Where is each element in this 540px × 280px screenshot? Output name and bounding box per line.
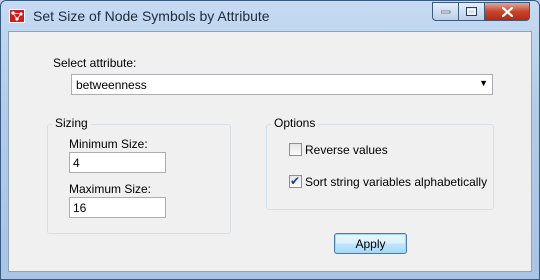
close-icon — [501, 6, 513, 17]
attribute-dropdown-value: betweenness — [76, 78, 147, 92]
dialog-window: Set Size of Node Symbols by Attribute Se… — [0, 0, 540, 280]
options-group: Options — [266, 116, 494, 210]
checkmark-icon: ✔ — [290, 174, 301, 188]
maximize-icon — [466, 7, 477, 16]
dialog-content: Select attribute: betweenness ▼ Sizing M… — [8, 31, 532, 272]
maximum-size-label: Maximum Size: — [69, 182, 152, 196]
minimize-button[interactable] — [432, 2, 459, 21]
sort-alphabetically-label[interactable]: Sort string variables alphabetically — [305, 175, 487, 189]
apply-button[interactable]: Apply — [334, 233, 407, 254]
maximize-button[interactable] — [458, 2, 485, 21]
maximum-size-input[interactable]: 16 — [69, 197, 166, 218]
minimize-icon — [440, 10, 450, 13]
minimum-size-label: Minimum Size: — [69, 137, 148, 151]
title-bar[interactable]: Set Size of Node Symbols by Attribute — [1, 1, 539, 31]
reverse-values-checkbox[interactable] — [289, 143, 302, 156]
attribute-dropdown[interactable]: betweenness ▼ — [71, 74, 493, 95]
minimum-size-value: 4 — [73, 156, 80, 170]
select-attribute-label: Select attribute: — [53, 56, 137, 70]
close-button[interactable] — [484, 2, 530, 21]
network-app-icon — [9, 9, 25, 23]
options-group-title: Options — [271, 116, 319, 130]
minimum-size-input[interactable]: 4 — [69, 152, 166, 173]
window-title: Set Size of Node Symbols by Attribute — [33, 8, 270, 24]
reverse-values-label[interactable]: Reverse values — [305, 143, 388, 157]
chevron-down-icon: ▼ — [479, 78, 488, 88]
maximum-size-value: 16 — [73, 201, 87, 215]
sizing-group-title: Sizing — [52, 116, 91, 130]
sort-alphabetically-checkbox[interactable]: ✔ — [289, 174, 302, 188]
